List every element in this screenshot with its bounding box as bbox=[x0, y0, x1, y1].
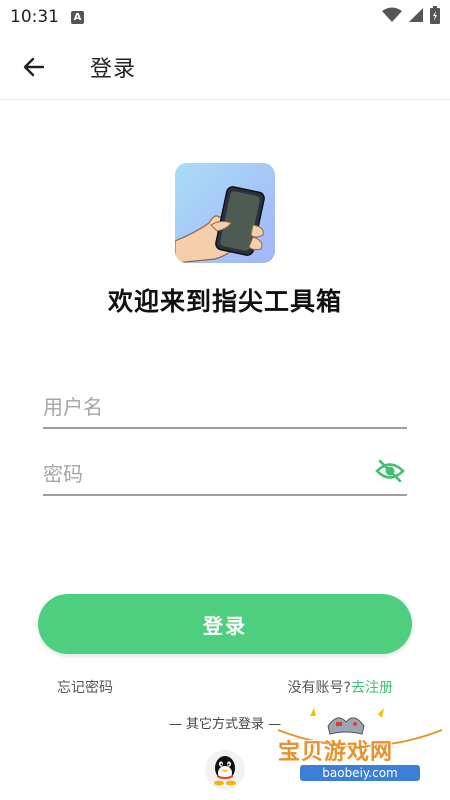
notification-icon: A bbox=[71, 10, 84, 24]
watermark-name: 宝贝游戏网 bbox=[278, 740, 394, 765]
app-bar: 登录 bbox=[0, 34, 450, 100]
register-prompt: 没有账号?去注册 bbox=[288, 677, 393, 697]
arrow-left-icon bbox=[23, 57, 45, 77]
no-account-text: 没有账号? bbox=[287, 680, 351, 696]
toggle-password-visibility-button[interactable] bbox=[375, 458, 405, 484]
password-field-container bbox=[43, 456, 407, 496]
username-input[interactable] bbox=[43, 391, 363, 423]
register-link[interactable]: 去注册 bbox=[351, 680, 393, 696]
page-title: 登录 bbox=[90, 57, 137, 82]
qq-penguin-icon bbox=[214, 756, 236, 786]
status-bar: 10:31 A bbox=[0, 0, 450, 34]
login-button[interactable]: 登录 bbox=[38, 594, 412, 654]
password-input[interactable] bbox=[43, 458, 363, 490]
username-field-container bbox=[43, 389, 407, 429]
forgot-password-link[interactable]: 忘记密码 bbox=[57, 677, 113, 697]
eye-off-icon bbox=[375, 459, 405, 483]
watermark-domain: baobeiy.com bbox=[300, 765, 420, 781]
qq-login-button[interactable] bbox=[205, 750, 245, 790]
app-logo bbox=[175, 163, 275, 263]
cellular-icon bbox=[409, 8, 423, 22]
battery-icon bbox=[430, 6, 440, 24]
status-time: 10:31 bbox=[10, 7, 59, 27]
wifi-icon bbox=[382, 7, 402, 22]
welcome-title: 欢迎来到指尖工具箱 bbox=[107, 287, 342, 316]
back-button[interactable] bbox=[20, 53, 48, 81]
status-icons bbox=[382, 6, 440, 24]
